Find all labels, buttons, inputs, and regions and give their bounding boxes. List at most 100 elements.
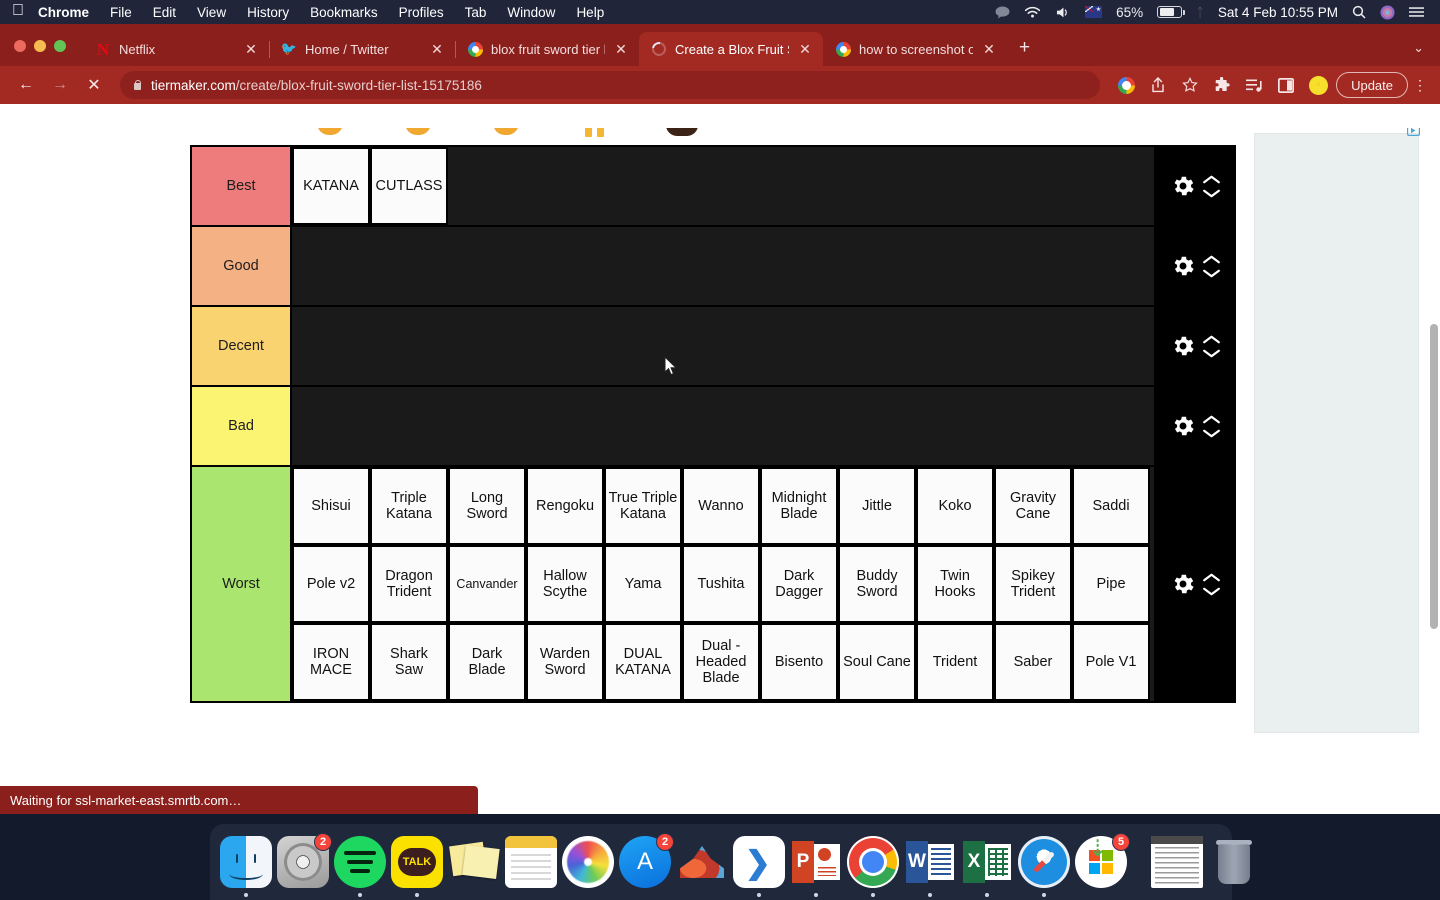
update-button[interactable]: Update — [1336, 72, 1408, 98]
siri-icon[interactable] — [1380, 4, 1395, 20]
tier-label-worst[interactable]: Worst — [192, 467, 292, 701]
tier-item[interactable]: Dark Blade — [448, 623, 526, 701]
chevron-down-icon[interactable] — [1202, 268, 1221, 279]
tier-item[interactable]: Dragon Trident — [370, 545, 448, 623]
tier-item[interactable]: Long Sword — [448, 467, 526, 545]
stop-loading-button[interactable]: ✕ — [80, 71, 108, 99]
minimize-window-button[interactable] — [34, 40, 46, 52]
new-tab-button[interactable]: + — [1019, 38, 1030, 57]
back-button[interactable]: ← — [12, 71, 40, 99]
page-scrollbar[interactable] — [1430, 324, 1438, 629]
tier-item[interactable]: Buddy Sword — [838, 545, 916, 623]
chevron-down-icon[interactable] — [1202, 586, 1221, 597]
dock-item-kakaotalk[interactable]: TALK — [391, 836, 443, 897]
tab-close-button[interactable]: ✕ — [981, 41, 997, 57]
tier-item[interactable]: DUAL KATANA — [604, 623, 682, 701]
menu-item-edit[interactable]: Edit — [153, 5, 176, 20]
tab-close-button[interactable]: ✕ — [613, 41, 629, 57]
tier-item[interactable]: Pipe — [1072, 545, 1150, 623]
dock-item-matlab[interactable] — [676, 836, 728, 888]
share-icon[interactable] — [1144, 71, 1172, 99]
tab-screenshot-help[interactable]: how to screenshot on mac - Go ✕ — [823, 32, 1007, 66]
chevron-down-icon[interactable]: ⌄ — [1413, 40, 1424, 56]
tier-item[interactable]: Warden Sword — [526, 623, 604, 701]
tier-item[interactable]: Shisui — [292, 467, 370, 545]
dock-item-microsoft-office[interactable]: ⇣ 5 — [1075, 833, 1130, 888]
address-bar[interactable]: tiermaker.com/create/blox-fruit-sword-ti… — [120, 71, 1101, 99]
google-profile-icon[interactable] — [1112, 71, 1140, 99]
tier-item[interactable]: Hallow Scythe — [526, 545, 604, 623]
tier-item[interactable]: Twin Hooks — [916, 545, 994, 623]
tab-google-search[interactable]: blox fruit sword tier list - Goog ✕ — [455, 32, 640, 66]
tier-item[interactable]: Jittle — [838, 467, 916, 545]
menu-item-view[interactable]: View — [197, 5, 226, 20]
tier-drop-zone[interactable] — [292, 387, 1154, 465]
chevron-up-icon[interactable] — [1202, 572, 1221, 583]
tier-item[interactable]: Shark Saw — [370, 623, 448, 701]
gear-icon[interactable] — [1170, 173, 1196, 199]
gear-icon[interactable] — [1170, 253, 1196, 279]
menu-item-file[interactable]: File — [110, 5, 132, 20]
dock-item-app-store[interactable]: A 2 — [619, 833, 674, 888]
dock-item-vscode[interactable]: ❯ — [733, 836, 785, 897]
adchoices-icon[interactable] — [1407, 128, 1420, 139]
tier-drop-zone[interactable]: Shisui Triple Katana Long Sword Rengoku True… — [292, 467, 1154, 701]
chevron-up-icon[interactable] — [1202, 254, 1221, 265]
side-panel-icon[interactable] — [1272, 71, 1300, 99]
tier-item[interactable]: Tushita — [682, 545, 760, 623]
tier-item[interactable]: Saddi — [1072, 467, 1150, 545]
dock-item-spotify[interactable] — [334, 836, 386, 897]
wifi-icon[interactable] — [1024, 6, 1041, 19]
tier-drop-zone[interactable] — [292, 227, 1154, 305]
chevron-up-icon[interactable] — [1202, 174, 1221, 185]
dock-item-system-preferences[interactable]: 2 — [277, 833, 332, 888]
tier-item[interactable]: Koko — [916, 467, 994, 545]
gear-icon[interactable] — [1170, 413, 1196, 439]
dock-item-excel[interactable]: X — [961, 836, 1013, 897]
three-dot-menu-icon[interactable]: ⋮ — [1412, 77, 1428, 94]
tier-item[interactable]: Trident — [916, 623, 994, 701]
menu-item-profiles[interactable]: Profiles — [399, 5, 444, 20]
bluetooth-icon[interactable]: ᛏ — [1196, 5, 1204, 20]
tier-item[interactable]: CUTLASS — [370, 147, 448, 225]
yellow-extension-icon[interactable]: ⚡ — [1304, 71, 1332, 99]
close-window-button[interactable] — [14, 40, 26, 52]
apple-icon[interactable]:  — [12, 3, 24, 19]
dock-item-trash[interactable] — [1208, 836, 1260, 888]
tab-tiermaker-active[interactable]: Create a Blox Fruit Sword Tier ✕ — [639, 32, 823, 66]
tier-label-decent[interactable]: Decent — [192, 307, 292, 385]
notification-center-icon[interactable] — [1409, 6, 1424, 18]
tier-item[interactable]: Yama — [604, 545, 682, 623]
tier-drop-zone[interactable] — [292, 307, 1154, 385]
puzzle-piece-icon[interactable] — [1208, 71, 1236, 99]
dock-item-safari[interactable] — [1018, 836, 1070, 897]
dock-item-word[interactable]: W — [904, 836, 956, 897]
chevron-up-icon[interactable] — [1202, 334, 1221, 345]
dock-item-powerpoint[interactable]: P — [790, 836, 842, 897]
tab-close-button[interactable]: ✕ — [429, 41, 445, 57]
dock-item-google-chrome[interactable] — [847, 836, 899, 897]
tab-twitter[interactable]: 🐦 Home / Twitter ✕ — [269, 32, 456, 66]
forward-button[interactable]: → — [46, 71, 74, 99]
tier-item[interactable]: Dual -Headed Blade — [682, 623, 760, 701]
tier-label-bad[interactable]: Bad — [192, 387, 292, 465]
ad-panel[interactable] — [1254, 128, 1420, 733]
tab-netflix[interactable]: N Netflix ✕ — [83, 32, 270, 66]
tier-item[interactable]: Wanno — [682, 467, 760, 545]
menu-item-history[interactable]: History — [247, 5, 289, 20]
tier-item[interactable]: IRON MACE — [292, 623, 370, 701]
dock-item-stickies[interactable] — [448, 836, 500, 888]
tier-label-good[interactable]: Good — [192, 227, 292, 305]
menu-item-tab[interactable]: Tab — [465, 5, 487, 20]
menu-item-bookmarks[interactable]: Bookmarks — [310, 5, 378, 20]
maximize-window-button[interactable] — [54, 40, 66, 52]
volume-icon[interactable] — [1055, 6, 1071, 19]
tier-item[interactable]: Pole V1 — [1072, 623, 1150, 701]
keyboard-flag-au-icon[interactable] — [1085, 6, 1103, 18]
tier-item[interactable]: Spikey Trident — [994, 545, 1072, 623]
tier-item[interactable]: Bisento — [760, 623, 838, 701]
tier-item[interactable]: Soul Cane — [838, 623, 916, 701]
chevron-down-icon[interactable] — [1202, 428, 1221, 439]
tab-close-button[interactable]: ✕ — [243, 41, 259, 57]
dock-item-finder[interactable] — [220, 836, 272, 897]
